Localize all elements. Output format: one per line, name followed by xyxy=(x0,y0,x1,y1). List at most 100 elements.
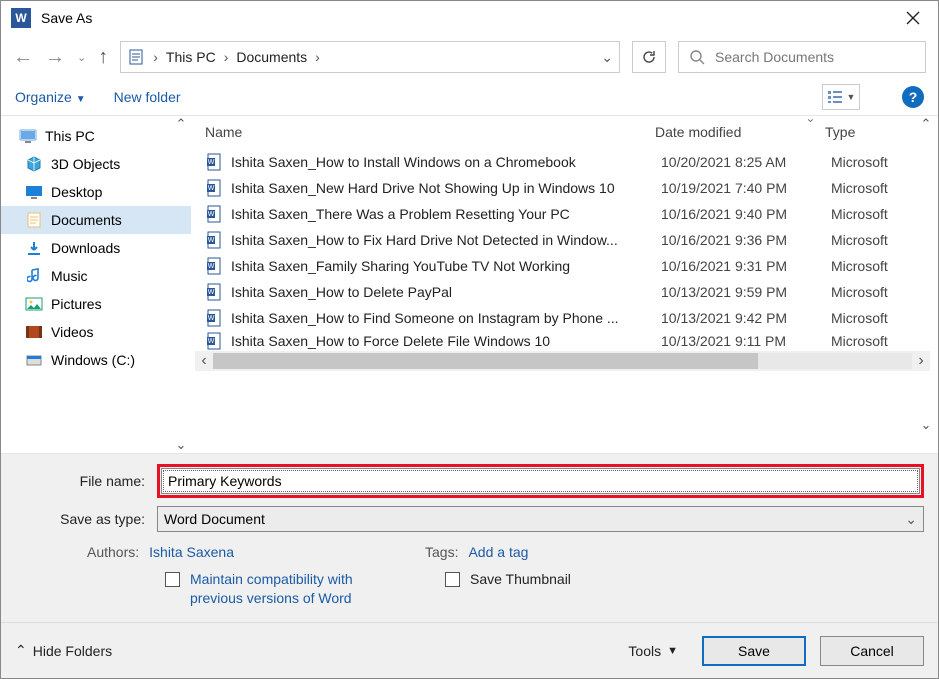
maintain-compat-checkbox[interactable] xyxy=(165,572,180,587)
organize-menu[interactable]: Organize ▼ xyxy=(15,89,86,105)
sidebar-item-label: Desktop xyxy=(51,184,102,200)
savetype-dropdown[interactable]: Word Document ⌄ xyxy=(157,506,924,532)
folder-icon xyxy=(25,184,43,200)
folder-icon xyxy=(25,268,43,284)
file-name: Ishita Saxen_New Hard Drive Not Showing … xyxy=(231,180,651,196)
save-thumbnail-checkbox[interactable] xyxy=(445,572,460,587)
file-date: 10/16/2021 9:36 PM xyxy=(651,232,821,248)
sidebar-item-desktop[interactable]: Desktop xyxy=(1,178,191,206)
folder-icon xyxy=(25,324,43,340)
sidebar-item-videos[interactable]: Videos xyxy=(1,318,191,346)
close-button[interactable] xyxy=(898,3,928,33)
recent-dropdown[interactable]: ⌄ xyxy=(77,51,86,64)
folder-icon xyxy=(19,128,37,144)
column-name[interactable]: Name xyxy=(205,124,645,140)
word-file-icon: W xyxy=(205,231,223,249)
maintain-compat-label[interactable]: Maintain compatibility with previous ver… xyxy=(190,570,380,608)
save-thumbnail-label[interactable]: Save Thumbnail xyxy=(470,570,571,589)
svg-text:W: W xyxy=(208,338,215,345)
filelist-scroll-down[interactable]: ⌄ xyxy=(918,417,934,433)
breadcrumb-dropdown[interactable]: ⌄ xyxy=(601,49,613,66)
search-box[interactable]: Search Documents xyxy=(678,41,926,73)
sidebar-scroll-up[interactable]: ⌃ xyxy=(173,116,189,132)
file-row[interactable]: W Ishita Saxen_How to Delete PayPal10/13/… xyxy=(191,279,938,305)
file-date: 10/13/2021 9:59 PM xyxy=(651,284,821,300)
breadcrumb-documents[interactable]: Documents xyxy=(236,49,307,65)
sidebar-item-label: Documents xyxy=(51,212,122,228)
word-file-icon: W xyxy=(205,257,223,275)
file-type: Microsoft xyxy=(821,310,924,326)
folder-icon xyxy=(25,296,43,312)
svg-text:W: W xyxy=(208,185,215,192)
save-button[interactable]: Save xyxy=(702,636,806,666)
sidebar-item-windows-c-[interactable]: Windows (C:) xyxy=(1,346,191,374)
filename-input[interactable] xyxy=(161,468,920,494)
new-folder-button[interactable]: New folder xyxy=(114,89,181,105)
sidebar-item-documents[interactable]: Documents xyxy=(1,206,191,234)
up-button[interactable]: ↑ xyxy=(98,46,108,69)
back-button[interactable]: ← xyxy=(13,46,33,69)
sidebar-item-label: This PC xyxy=(45,128,95,144)
horizontal-scrollbar[interactable]: ‹ › xyxy=(195,351,930,371)
file-name: Ishita Saxen_How to Install Windows on a… xyxy=(231,154,651,170)
file-list-area: ⌃ ⌄ Name Date modified⌄ Type WIshita Sax… xyxy=(191,116,938,453)
tags-label: Tags: xyxy=(425,544,458,560)
sidebar-item-label: 3D Objects xyxy=(51,156,120,172)
sidebar-scroll-down[interactable]: ⌄ xyxy=(173,437,189,453)
filename-label: File name: xyxy=(15,473,149,489)
column-date[interactable]: Date modified⌄ xyxy=(645,124,815,140)
svg-text:W: W xyxy=(208,315,215,322)
sidebar-item-label: Downloads xyxy=(51,240,120,256)
file-date: 10/13/2021 9:11 PM xyxy=(651,333,821,349)
list-icon xyxy=(827,90,843,104)
scroll-right-icon[interactable]: › xyxy=(912,352,930,370)
savetype-label: Save as type: xyxy=(15,511,149,527)
tools-menu[interactable]: Tools ▼ xyxy=(628,643,678,659)
file-row[interactable]: WIshita Saxen_How to Install Windows on … xyxy=(191,149,938,175)
sidebar-item-downloads[interactable]: Downloads xyxy=(1,234,191,262)
svg-text:W: W xyxy=(208,289,215,296)
body-area: ⌃ ⌄ This PC 3D Objects Desktop Documents Dow… xyxy=(1,115,938,454)
refresh-button[interactable] xyxy=(632,41,666,73)
savetype-value: Word Document xyxy=(164,511,265,527)
filelist-scroll-up[interactable]: ⌃ xyxy=(918,116,934,132)
tags-value[interactable]: Add a tag xyxy=(468,544,528,560)
file-row[interactable]: W Ishita Saxen_New Hard Drive Not Showing… xyxy=(191,175,938,201)
hide-folders-button[interactable]: ⌃ Hide Folders xyxy=(15,642,112,659)
file-row[interactable]: WIshita Saxen_There Was a Problem Resett… xyxy=(191,201,938,227)
file-row[interactable]: WIshita Saxen_Family Sharing YouTube TV … xyxy=(191,253,938,279)
cancel-button[interactable]: Cancel xyxy=(820,636,924,666)
word-app-icon: W xyxy=(11,8,31,28)
authors-value[interactable]: Ishita Saxena xyxy=(149,544,234,560)
column-type[interactable]: Type xyxy=(815,124,924,140)
sidebar-item-pictures[interactable]: Pictures xyxy=(1,290,191,318)
forward-button[interactable]: → xyxy=(45,46,65,69)
file-date: 10/13/2021 9:42 PM xyxy=(651,310,821,326)
sidebar-item-3d-objects[interactable]: 3D Objects xyxy=(1,150,191,178)
file-name: Ishita Saxen_How to Fix Hard Drive Not D… xyxy=(231,232,651,248)
close-icon xyxy=(906,11,920,25)
view-options-button[interactable]: ▼ xyxy=(822,84,860,110)
file-row[interactable]: WIshita Saxen_How to Force Delete File W… xyxy=(191,331,938,351)
folder-icon xyxy=(25,156,43,172)
file-name: Ishita Saxen_How to Delete PayPal xyxy=(231,284,651,300)
filename-highlight xyxy=(157,464,924,498)
scrollbar-thumb[interactable] xyxy=(213,353,758,369)
save-as-dialog: W Save As ← → ⌄ ↑ › This PC › Documents … xyxy=(0,0,939,679)
svg-text:W: W xyxy=(208,237,215,244)
file-row[interactable]: W Ishita Saxen_How to Fix Hard Drive Not … xyxy=(191,227,938,253)
search-icon xyxy=(689,49,705,65)
help-button[interactable]: ? xyxy=(902,86,924,108)
sidebar-item-this-pc[interactable]: This PC xyxy=(1,122,191,150)
file-date: 10/16/2021 9:31 PM xyxy=(651,258,821,274)
file-row[interactable]: WIshita Saxen_How to Find Someone on Ins… xyxy=(191,305,938,331)
file-type: Microsoft xyxy=(821,333,924,349)
breadcrumb-this-pc[interactable]: This PC xyxy=(166,49,216,65)
sidebar: ⌃ ⌄ This PC 3D Objects Desktop Documents Dow… xyxy=(1,116,191,453)
word-file-icon: W xyxy=(205,283,223,301)
scroll-left-icon[interactable]: ‹ xyxy=(195,352,213,370)
sidebar-item-music[interactable]: Music xyxy=(1,262,191,290)
sidebar-item-label: Videos xyxy=(51,324,94,340)
authors-label: Authors: xyxy=(87,544,139,560)
breadcrumb[interactable]: › This PC › Documents › ⌄ xyxy=(120,41,620,73)
